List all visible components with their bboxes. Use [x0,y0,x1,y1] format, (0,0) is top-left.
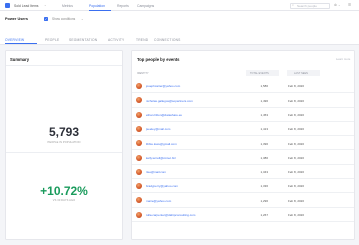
percent-change-caption: VS 30 DAYS AGO [52,199,76,202]
avatar [136,97,142,104]
avatar [136,140,142,147]
person-last-seen: Feb 8, 2020 [288,184,305,189]
table-row[interactable]: bradyperry@yahoo.com 1,336 Feb 8, 2020 [132,179,354,194]
chevron-down-icon[interactable]: ⌄ [81,17,84,21]
person-events: 1,343 [260,170,268,175]
table-row[interactable]: josephcarter@yahoo.com 1,586 Feb 8, 2020 [132,79,354,94]
total-people-caption: PEOPLE IN POPULATION [47,141,81,144]
person-events: 1,496 [260,98,268,103]
divider [6,152,122,153]
column-header-last-seen[interactable]: LAST SEEN [294,72,308,75]
column-header-total-events[interactable]: TOTAL EVENTS [250,72,269,75]
avatar [136,125,142,132]
person-email[interactable]: jseeley@mail.com [146,127,170,131]
table-row[interactable]: ethan.hilton@datashare.eu 1,453 Feb 8, 2… [132,108,354,122]
person-last-seen: Feb 8, 2020 [288,112,305,117]
person-last-seen: Feb 8, 2020 [288,213,305,218]
person-last-seen: Feb 8, 2020 [288,155,305,160]
avatar [136,211,142,218]
avatar [136,154,142,161]
person-last-seen: Feb 8, 2020 [288,84,305,89]
person-last-seen: Feb 8, 2020 [288,198,305,203]
show-conditions-toggle[interactable]: Show conditions [52,17,75,21]
avatar [136,168,142,175]
person-last-seen: Feb 8, 2020 [288,170,305,175]
checkmark-icon[interactable]: ✓ [44,16,48,21]
learn-more-link[interactable]: Learn more [336,57,350,61]
avatar [136,111,142,118]
tab-people[interactable]: PEOPLE [45,38,59,42]
chevron-down-icon[interactable]: ⌄ [338,3,341,7]
summary-title: Summary [10,57,30,62]
table-row[interactable]: jseeley@mail.com 1,413 Feb 8, 2020 [132,122,354,137]
person-last-seen: Feb 8, 2020 [288,127,305,132]
person-last-seen: Feb 8, 2020 [288,98,305,103]
tab-bar [0,27,359,45]
divider [6,65,122,66]
tab-trend[interactable]: TREND [136,38,148,42]
table-row[interactable]: tulla.carpenter@dahipconsulting.com 1,26… [132,208,354,222]
nav-metrics[interactable]: Metrics [62,4,73,8]
table-row[interactable]: nicholas.gallegos@sopartners.com 1,496 F… [132,93,354,108]
person-email[interactable]: kelly.terrell@cmtec.biz [146,156,176,160]
person-email[interactable]: rlee@mail.com [146,170,166,174]
total-people-value: 5,793 [48,125,80,139]
person-events: 1,267 [260,213,268,218]
search-icon: ⌕ [292,3,294,8]
avatar [136,183,142,190]
percent-change-value: +10.72% [40,184,88,198]
column-header-identity[interactable]: IDENTITY [137,72,149,75]
person-email[interactable]: nicholas.gallegos@sopartners.com [146,99,193,103]
nav-population[interactable]: Population [89,4,105,8]
person-events: 1,413 [260,127,268,132]
avatar [136,197,142,204]
tab-overview[interactable]: OVERVIEW [5,38,24,42]
chevron-down-icon[interactable]: ⌄ [44,3,47,7]
person-email[interactable]: marie@yahoo.com [146,199,171,203]
tab-activity[interactable]: ACTIVITY [108,38,124,42]
person-email[interactable]: bradyperry@yahoo.com [146,184,178,188]
nav-reports[interactable]: Reports [117,4,129,8]
person-email[interactable]: libbie.lowe@gmail.com [146,142,177,146]
tab-active-indicator [5,43,37,44]
tab-segmentation[interactable]: SEGMENTATION [69,38,97,42]
app-logo-icon[interactable] [5,3,10,8]
cohort-title: Power Users [5,17,29,21]
table-row[interactable]: marie@yahoo.com 1,296 Feb 8, 2020 [132,193,354,208]
help-icon[interactable]: ⊛ [334,3,337,7]
table-row[interactable]: libbie.lowe@gmail.com 1,396 Feb 8, 2020 [132,136,354,151]
person-email[interactable]: tulla.carpenter@dahipconsulting.com [146,213,195,217]
person-events: 1,586 [260,84,268,89]
search-placeholder: Search people [297,3,317,8]
top-people-title: Top people by events [137,57,180,62]
person-email[interactable]: josephcarter@yahoo.com [146,84,180,88]
person-events: 1,386 [260,155,268,160]
person-events: 1,336 [260,184,268,189]
table-row[interactable]: rlee@mail.com 1,343 Feb 8, 2020 [132,165,354,180]
nav-campaigns[interactable]: Campaigns [137,4,154,8]
person-email[interactable]: ethan.hilton@datashare.eu [146,113,182,117]
person-events: 1,453 [260,112,268,117]
avatar [136,83,142,89]
tab-connections[interactable]: CONNECTIONS [154,38,181,42]
person-events: 1,396 [260,141,268,146]
user-menu-icon[interactable]: ☰ [348,3,351,7]
table-row[interactable]: kelly.terrell@cmtec.biz 1,386 Feb 8, 202… [132,151,354,165]
app-name[interactable]: Sold Lead Items [14,4,39,8]
person-last-seen: Feb 8, 2020 [288,141,305,146]
person-events: 1,296 [260,198,268,203]
summary-card [5,50,123,240]
